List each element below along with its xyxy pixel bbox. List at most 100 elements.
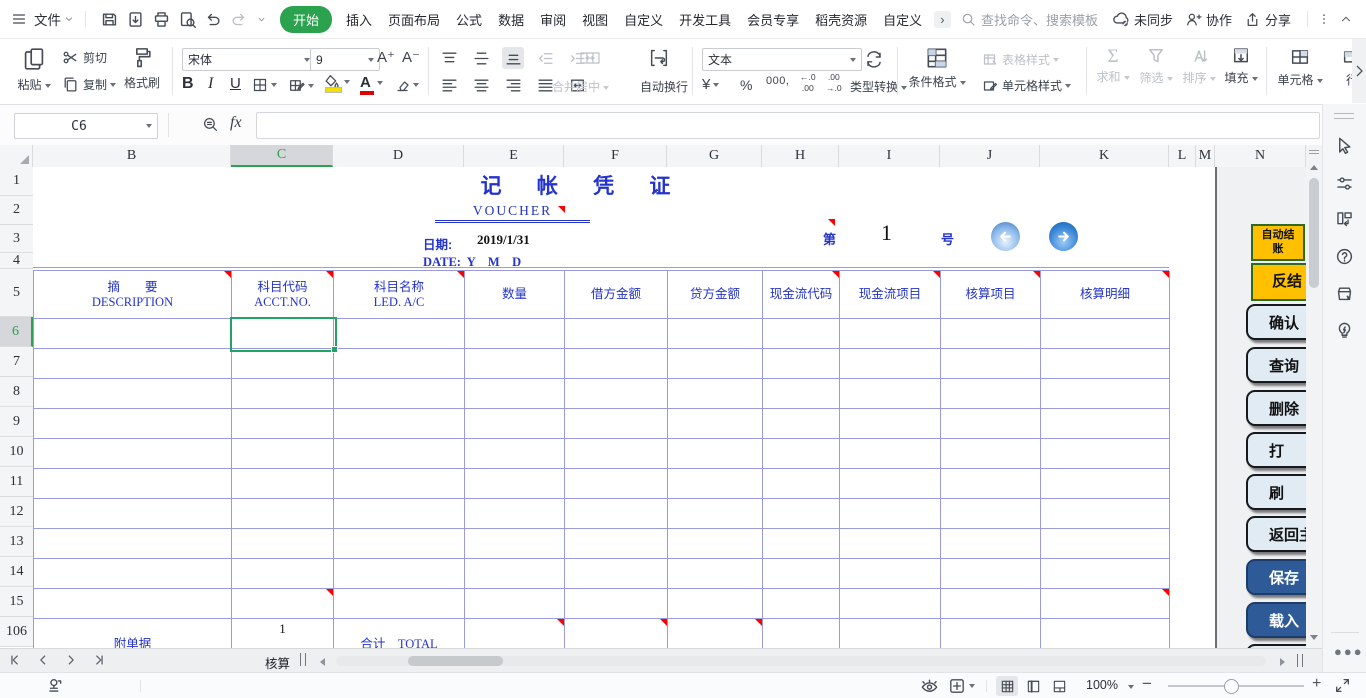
column-header-J[interactable]: J bbox=[940, 145, 1040, 167]
column-header-G[interactable]: G bbox=[667, 145, 762, 167]
voucher-cell-r11c8[interactable] bbox=[941, 619, 1041, 648]
table-style-button[interactable]: 表格样式 bbox=[982, 51, 1059, 68]
hsplit-handle[interactable] bbox=[1297, 654, 1303, 667]
voucher-cell-r5c0[interactable] bbox=[34, 439, 232, 469]
ribbon-expand-button[interactable] bbox=[1352, 39, 1366, 103]
menu-tab-4[interactable]: 公式 bbox=[456, 6, 482, 33]
decrease-indent-icon[interactable] bbox=[534, 47, 556, 69]
column-header-M[interactable]: M bbox=[1196, 145, 1215, 167]
column-header-F[interactable]: F bbox=[564, 145, 667, 167]
voucher-cell-r5c7[interactable] bbox=[840, 439, 941, 469]
voucher-cell-r3c7[interactable] bbox=[840, 379, 941, 409]
align-right-icon[interactable] bbox=[502, 74, 524, 96]
menu-tab-7[interactable]: 视图 bbox=[582, 6, 608, 33]
voucher-cell-r4c8[interactable] bbox=[941, 409, 1041, 439]
menu-tab-10[interactable]: 会员专享 bbox=[747, 6, 799, 33]
row-header-2[interactable]: 2 bbox=[0, 196, 33, 225]
split-handle[interactable] bbox=[1309, 150, 1319, 154]
eraser-button[interactable] bbox=[394, 77, 419, 93]
hscroll-left-arrow[interactable] bbox=[320, 658, 325, 666]
voucher-cell-r0c7[interactable]: 现金流项目 bbox=[840, 271, 941, 319]
voucher-cell-r2c2[interactable] bbox=[334, 349, 465, 379]
voucher-cell-r5c3[interactable] bbox=[465, 439, 565, 469]
sheet-canvas[interactable]: 记 帐 凭 证 VOUCHER 日期: 2019/1/31 DATE: Y M … bbox=[33, 167, 1322, 648]
search-input[interactable]: 查找命令、搜索模板 bbox=[981, 10, 1098, 29]
number-format-select[interactable]: 文本 bbox=[702, 48, 862, 71]
voucher-cell-r11c2[interactable]: 合计 TOTAL bbox=[334, 619, 465, 648]
voucher-cell-r10c7[interactable] bbox=[840, 589, 941, 619]
voucher-cell-r2c1[interactable] bbox=[232, 349, 334, 379]
voucher-cell-r9c5[interactable] bbox=[668, 559, 763, 589]
next-voucher-button[interactable] bbox=[1049, 222, 1078, 251]
menu-tab-8[interactable]: 自定义 bbox=[624, 6, 663, 33]
voucher-cell-r7c7[interactable] bbox=[840, 499, 941, 529]
voucher-cell-r9c6[interactable] bbox=[763, 559, 840, 589]
voucher-cell-r8c5[interactable] bbox=[668, 529, 763, 559]
file-menu-chevron-icon[interactable] bbox=[63, 13, 75, 25]
voucher-cell-r4c9[interactable] bbox=[1041, 409, 1170, 439]
horizontal-scroll-thumb[interactable] bbox=[408, 656, 503, 666]
voucher-cell-r7c9[interactable] bbox=[1041, 499, 1170, 529]
menu-tab-5[interactable]: 数据 bbox=[498, 6, 524, 33]
column-header-H[interactable]: H bbox=[762, 145, 839, 167]
skill-shop-icon[interactable] bbox=[1335, 284, 1354, 303]
voucher-cell-r9c2[interactable] bbox=[334, 559, 465, 589]
sidebar-handle[interactable] bbox=[1334, 113, 1354, 119]
more-tabs-button[interactable]: › bbox=[934, 11, 950, 28]
voucher-cell-r3c8[interactable] bbox=[941, 379, 1041, 409]
voucher-cell-r11c4[interactable] bbox=[565, 619, 668, 648]
voucher-cell-r7c4[interactable] bbox=[565, 499, 668, 529]
voucher-cell-r5c9[interactable] bbox=[1041, 439, 1170, 469]
voucher-cell-r6c7[interactable] bbox=[840, 469, 941, 499]
conditional-format-button[interactable]: 条件格式 bbox=[906, 46, 968, 90]
menu-tab-3[interactable]: 页面布局 bbox=[388, 6, 440, 33]
share-button[interactable]: 分享 bbox=[1265, 10, 1291, 29]
voucher-cell-r3c5[interactable] bbox=[668, 379, 763, 409]
voucher-cell-r1c4[interactable] bbox=[565, 319, 668, 349]
voucher-cell-r1c7[interactable] bbox=[840, 319, 941, 349]
zoom-level[interactable]: 100% bbox=[1086, 678, 1118, 692]
italic-button[interactable]: I bbox=[208, 75, 213, 93]
voucher-cell-r11c1[interactable]: 1 bbox=[232, 619, 334, 648]
voucher-cell-r6c8[interactable] bbox=[941, 469, 1041, 499]
row-header-7[interactable]: 7 bbox=[0, 347, 33, 377]
voucher-cell-r3c6[interactable] bbox=[763, 379, 840, 409]
voucher-cell-r10c3[interactable] bbox=[465, 589, 565, 619]
voucher-cell-r5c1[interactable] bbox=[232, 439, 334, 469]
align-center-icon[interactable] bbox=[470, 74, 492, 96]
borders-button[interactable] bbox=[252, 77, 277, 93]
voucher-cell-r1c2[interactable] bbox=[334, 319, 465, 349]
wrap-text-button[interactable]: 自动换行 bbox=[640, 78, 688, 95]
voucher-cell-r7c3[interactable] bbox=[465, 499, 565, 529]
scroll-down-arrow[interactable] bbox=[1310, 635, 1318, 640]
row-header-10[interactable]: 10 bbox=[0, 437, 33, 467]
voucher-cell-r10c6[interactable] bbox=[763, 589, 840, 619]
column-header-D[interactable]: D bbox=[333, 145, 464, 167]
voucher-cell-r0c9[interactable]: 核算明细 bbox=[1041, 271, 1170, 319]
voucher-cell-r8c9[interactable] bbox=[1041, 529, 1170, 559]
voucher-cell-r7c1[interactable] bbox=[232, 499, 334, 529]
sheet-tab-active[interactable]: 核算 bbox=[265, 653, 290, 672]
filter-button[interactable]: 筛选 bbox=[1136, 46, 1176, 86]
hscroll-right-arrow[interactable] bbox=[1280, 658, 1285, 666]
voucher-cell-r10c0[interactable] bbox=[34, 589, 232, 619]
voucher-cell-r7c5[interactable] bbox=[668, 499, 763, 529]
voucher-cell-r6c4[interactable] bbox=[565, 469, 668, 499]
voucher-cell-r3c0[interactable] bbox=[34, 379, 232, 409]
sum-button[interactable]: Σ 求和 bbox=[1094, 46, 1132, 85]
formula-input[interactable] bbox=[256, 112, 1320, 139]
cut-button[interactable]: 剪切 bbox=[62, 49, 107, 66]
voucher-cell-r9c1[interactable] bbox=[232, 559, 334, 589]
voucher-cell-r0c4[interactable]: 借方金额 bbox=[565, 271, 668, 319]
column-header-I[interactable]: I bbox=[839, 145, 940, 167]
layout-transform-icon[interactable] bbox=[1335, 210, 1354, 229]
column-header-L[interactable]: L bbox=[1169, 145, 1196, 167]
voucher-cell-r7c8[interactable] bbox=[941, 499, 1041, 529]
voucher-cell-r9c0[interactable] bbox=[34, 559, 232, 589]
shrink-font-button[interactable]: A⁻ bbox=[402, 48, 420, 66]
sync-status[interactable]: 未同步 bbox=[1134, 10, 1173, 29]
grow-font-button[interactable]: A⁺ bbox=[377, 48, 395, 66]
voucher-cell-r0c3[interactable]: 数量 bbox=[465, 271, 565, 319]
hamburger-menu-icon[interactable] bbox=[8, 11, 30, 27]
row-header-14[interactable]: 14 bbox=[0, 557, 33, 587]
